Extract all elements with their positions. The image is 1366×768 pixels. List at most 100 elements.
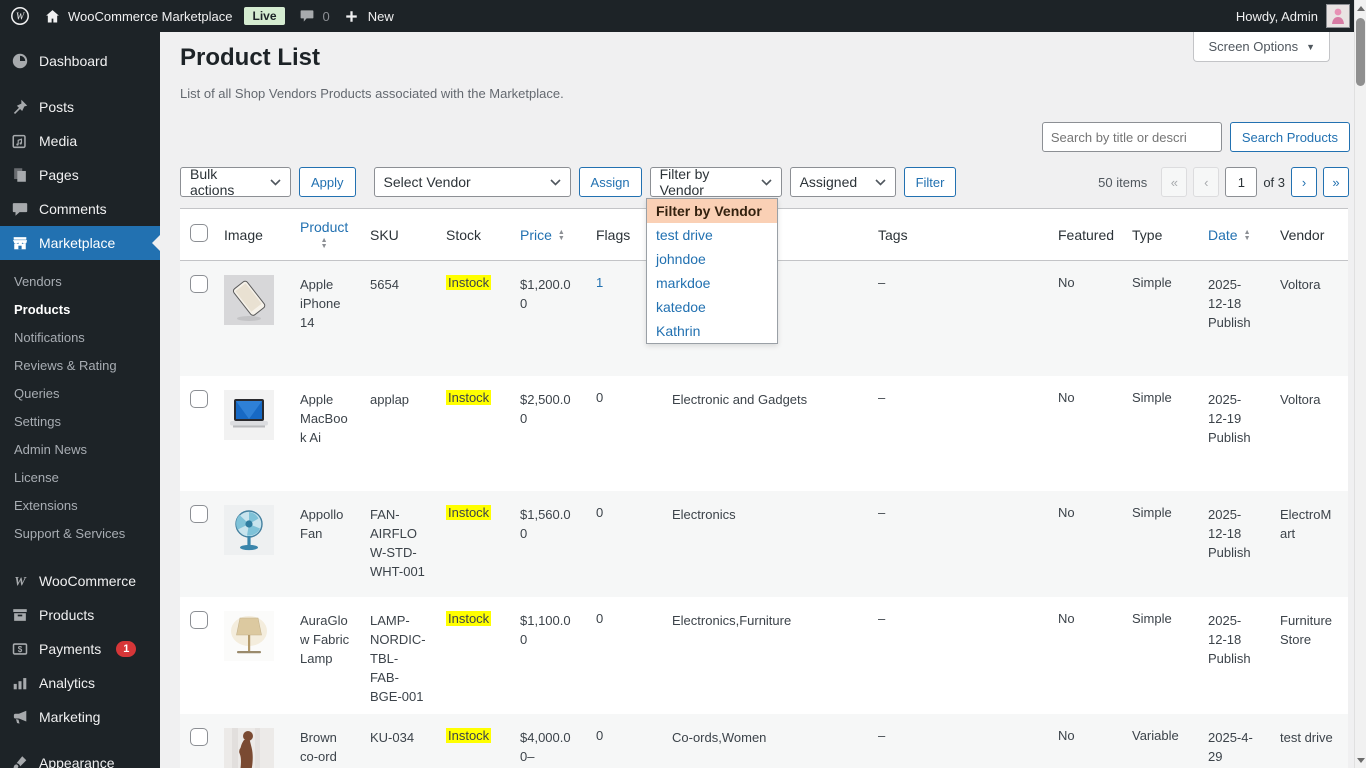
menu-separator	[0, 556, 160, 564]
sidebar-item-label: Analytics	[39, 675, 96, 691]
wordpress-logo-icon[interactable]: W	[10, 6, 30, 26]
submenu-item-license[interactable]: License	[0, 464, 160, 492]
product-type: Variable	[1132, 727, 1179, 743]
product-featured: No	[1058, 275, 1075, 290]
product-name: Apple iPhone 14	[300, 277, 341, 330]
product-categories: Electronic and Gadgets	[672, 391, 808, 407]
sidebar-item-posts[interactable]: Posts	[0, 90, 160, 124]
filter-button[interactable]: Filter	[903, 167, 957, 197]
submenu-item-reviews-rating[interactable]: Reviews & Rating	[0, 352, 160, 380]
submenu-item-extensions[interactable]: Extensions	[0, 492, 160, 520]
items-count: 50 items	[1098, 174, 1148, 190]
sidebar-item-dashboard[interactable]: Dashboard	[0, 44, 160, 78]
submenu-item-notifications[interactable]: Notifications	[0, 324, 160, 352]
assign-button[interactable]: Assign	[578, 167, 642, 197]
select-vendor-select[interactable]: Select Vendor	[373, 167, 571, 197]
post-status: Publish	[1208, 429, 1251, 445]
scrollbar-thumb[interactable]	[1356, 18, 1365, 86]
media-icon	[10, 131, 30, 151]
last-page-button[interactable]: »	[1323, 167, 1349, 197]
table-row: Apple MacBook Ai applap Instock $2,500.0…	[180, 375, 1348, 491]
next-page-button[interactable]: ›	[1291, 167, 1317, 197]
sidebar-item-analytics[interactable]: Analytics	[0, 666, 160, 700]
avatar[interactable]	[1326, 4, 1350, 28]
dropdown-option-katedoe[interactable]: katedoe	[647, 295, 777, 319]
submenu-item-products[interactable]: Products	[0, 296, 160, 324]
marketplace-submenu: Vendors Products Notifications Reviews &…	[0, 260, 160, 556]
bar-chart-icon	[10, 673, 30, 693]
first-page-button[interactable]: «	[1161, 167, 1188, 197]
product-vendor: Voltora	[1280, 277, 1321, 292]
column-header-price[interactable]: Price ▲ ▼	[510, 208, 586, 261]
sidebar-item-pages[interactable]: Pages	[0, 158, 160, 192]
howdy-admin[interactable]: Howdy, Admin	[1236, 9, 1318, 24]
dropdown-option-test-drive[interactable]: test drive	[647, 223, 777, 247]
sidebar-item-payments[interactable]: $ Payments 1	[0, 632, 160, 666]
row-checkbox[interactable]	[190, 727, 208, 746]
megaphone-icon	[10, 707, 30, 727]
sidebar-item-comments[interactable]: Comments	[0, 192, 160, 226]
dropdown-option-markdoe[interactable]: markdoe	[647, 271, 777, 295]
sidebar-item-label: Dashboard	[39, 53, 108, 69]
vertical-scrollbar[interactable]	[1354, 0, 1366, 768]
scroll-down-arrow-icon[interactable]	[1355, 754, 1366, 766]
sidebar-item-wc-products[interactable]: Products	[0, 598, 160, 632]
row-checkbox[interactable]	[190, 389, 208, 408]
stock-status: Instock	[436, 376, 510, 491]
bulk-actions-select[interactable]: Bulk actions	[180, 166, 291, 198]
product-type: Simple	[1132, 504, 1172, 520]
row-checkbox[interactable]	[190, 275, 208, 293]
search-input[interactable]	[1041, 122, 1222, 152]
sidebar-item-marketing[interactable]: Marketing	[0, 700, 160, 734]
submenu-item-settings[interactable]: Settings	[0, 408, 160, 436]
row-checkbox[interactable]	[190, 504, 208, 523]
submenu-item-queries[interactable]: Queries	[0, 380, 160, 408]
product-sku: LAMP-NORDIC-TBL-FAB-BGE-001	[370, 612, 426, 704]
sort-arrows-icon: ▲ ▼	[320, 237, 328, 250]
product-featured: No	[1058, 727, 1075, 743]
product-thumbnail-fan[interactable]	[224, 504, 274, 555]
pagination: 50 items « ‹ of 3 › »	[1098, 167, 1349, 197]
sidebar-item-media[interactable]: Media	[0, 124, 160, 158]
home-icon	[42, 6, 62, 26]
flags-count: 0	[596, 389, 604, 405]
product-thumbnail-lamp[interactable]	[224, 610, 274, 661]
box-icon	[10, 605, 30, 625]
sidebar-item-woocommerce[interactable]: W WooCommerce	[0, 564, 160, 598]
apply-button[interactable]: Apply	[299, 167, 356, 197]
product-thumbnail-coord[interactable]	[224, 727, 274, 768]
dropdown-option-kathrin[interactable]: Kathrin	[647, 319, 777, 343]
submenu-item-vendors[interactable]: Vendors	[0, 268, 160, 296]
select-all-checkbox[interactable]	[190, 224, 208, 242]
product-thumbnail-macbook[interactable]	[224, 389, 274, 440]
store-icon	[10, 233, 30, 253]
submenu-item-admin-news[interactable]: Admin News	[0, 436, 160, 464]
search-row: Search Products	[1041, 122, 1350, 152]
search-products-button[interactable]: Search Products	[1229, 122, 1350, 152]
stock-status: Instock	[436, 491, 510, 597]
dropdown-option-johndoe[interactable]: johndoe	[647, 247, 777, 271]
scroll-up-arrow-icon[interactable]	[1355, 2, 1366, 14]
current-page-input[interactable]	[1225, 167, 1258, 197]
sidebar-item-appearance[interactable]: Appearance	[0, 746, 160, 768]
screen-options-button[interactable]: Screen Options ▼	[1193, 32, 1330, 62]
sidebar-item-marketplace[interactable]: Marketplace	[0, 226, 160, 260]
sortable-label: Date	[1208, 226, 1238, 243]
instock-badge: Instock	[446, 727, 492, 743]
prev-page-button[interactable]: ‹	[1193, 167, 1220, 197]
site-link[interactable]: WooCommerce Marketplace	[42, 6, 232, 26]
column-header-date[interactable]: Date ▲ ▼	[1198, 208, 1270, 261]
product-thumbnail-iphone[interactable]	[224, 275, 274, 325]
dropdown-option-filter-by-vendor[interactable]: Filter by Vendor	[647, 199, 777, 223]
sort-arrows-icon: ▲ ▼	[1243, 228, 1251, 242]
flags-link[interactable]: 1	[596, 275, 603, 290]
filter-by-vendor-select[interactable]: Filter by Vendor	[649, 166, 782, 198]
comments-shortcut[interactable]: 0	[297, 6, 330, 26]
flags-count: 0	[596, 727, 604, 743]
product-vendor: test drive	[1280, 729, 1333, 745]
submenu-item-support-services[interactable]: Support & Services	[0, 520, 160, 548]
row-checkbox[interactable]	[190, 610, 208, 629]
column-header-product[interactable]: Product ▲ ▼	[290, 208, 360, 261]
assigned-select[interactable]: Assigned	[789, 167, 896, 197]
new-button[interactable]: New	[342, 6, 394, 26]
